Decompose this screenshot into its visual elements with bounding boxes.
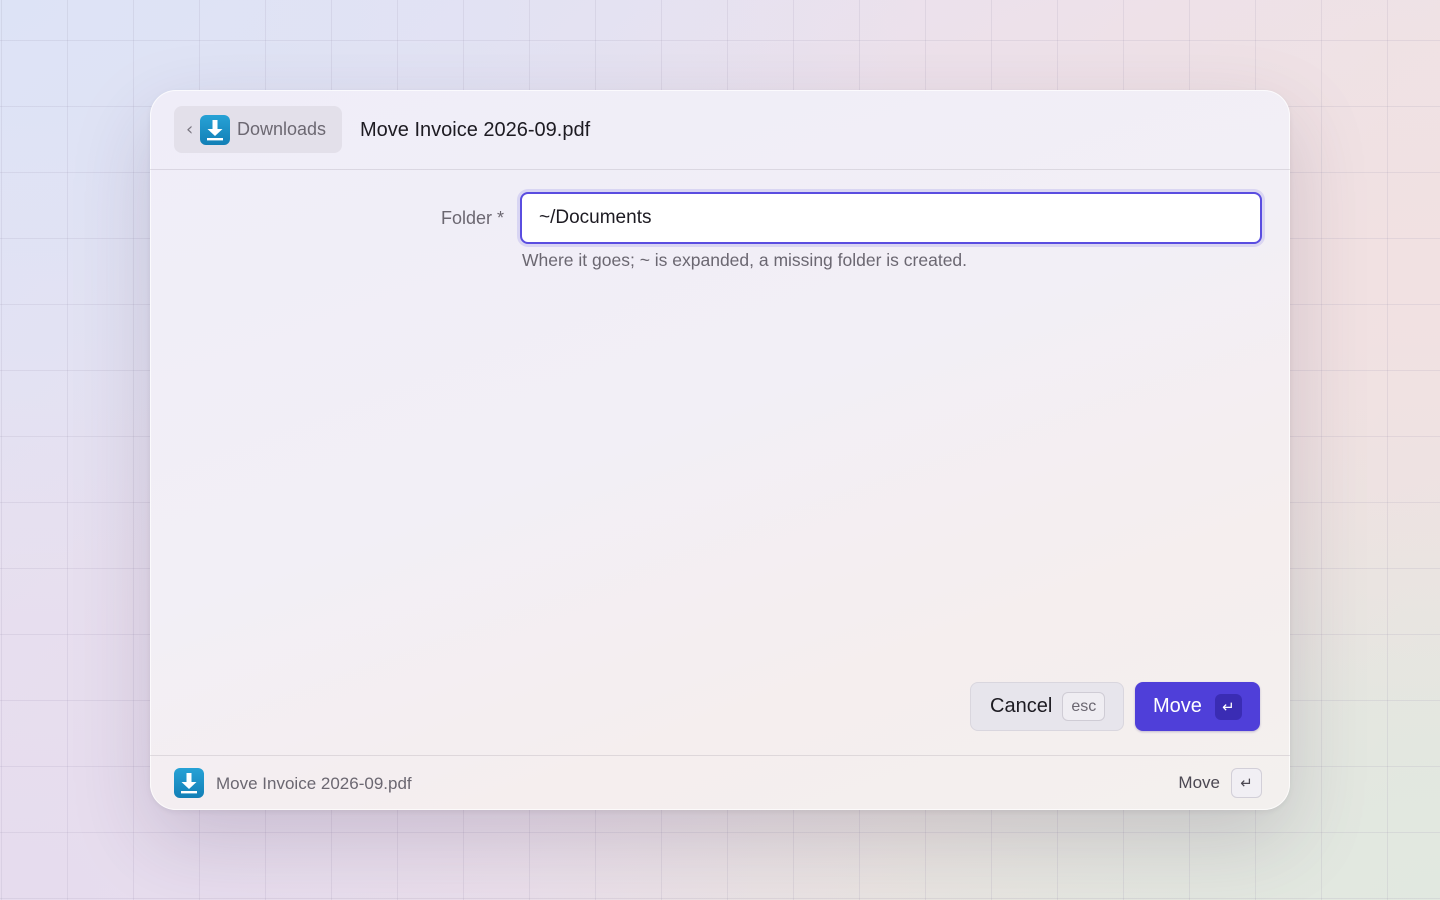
- folder-hint: Where it goes; ~ is expanded, a missing …: [522, 250, 968, 270]
- download-icon: [200, 114, 230, 145]
- enter-shortcut-icon: ↵: [1231, 768, 1262, 798]
- move-button[interactable]: Move ↵: [1135, 682, 1260, 731]
- download-icon: [174, 768, 204, 798]
- esc-shortcut-badge: esc: [1062, 692, 1106, 721]
- cancel-button-label: Cancel: [990, 695, 1053, 717]
- folder-input[interactable]: [520, 192, 1262, 244]
- move-dialog-window: ‹ Downloads Move Invoice 2026-09.pdf Fol…: [150, 90, 1290, 810]
- page-title: Move Invoice 2026-09.pdf: [360, 118, 591, 141]
- footer-action-label: Move: [1178, 773, 1220, 792]
- back-button[interactable]: ‹ Downloads: [174, 106, 342, 153]
- footer-bar: Move Invoice 2026-09.pdf Move ↵: [150, 755, 1290, 810]
- move-button-label: Move: [1153, 695, 1202, 717]
- header: ‹ Downloads Move Invoice 2026-09.pdf: [150, 90, 1290, 170]
- back-button-label: Downloads: [237, 119, 327, 139]
- dialog-actions: Cancel esc Move ↵: [970, 682, 1260, 731]
- cancel-button[interactable]: Cancel esc: [970, 682, 1124, 731]
- chevron-left-icon: ‹: [186, 119, 194, 140]
- enter-shortcut-icon: ↵: [1214, 693, 1242, 720]
- footer-move-action[interactable]: Move ↵: [1178, 768, 1262, 798]
- folder-label: Folder *: [440, 208, 504, 228]
- footer-title: Move Invoice 2026-09.pdf: [216, 773, 412, 793]
